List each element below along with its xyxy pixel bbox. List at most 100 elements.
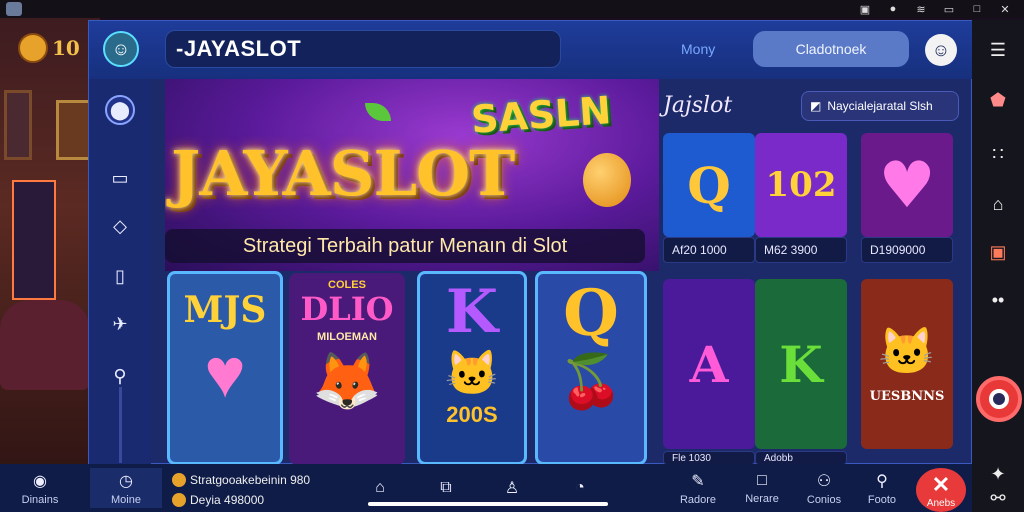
bottom-item[interactable]: ✎ Radore xyxy=(670,468,726,508)
bottom-item[interactable]: ⚲ Footo xyxy=(854,468,910,508)
bottom-item[interactable]: ⚇ Conios xyxy=(796,468,852,508)
card-glyph: Q xyxy=(563,276,619,351)
menu-link[interactable]: Mony xyxy=(681,41,715,57)
bottom-bar: ◉ Dinains ◷ Moine Stratgooakebeinin 980 … xyxy=(0,464,972,512)
hero-banner[interactable]: SASLN JAYASLOT Strategi Terbaih patur Me… xyxy=(165,79,659,271)
tile-caption: D1909000 xyxy=(861,237,953,263)
bottom-item[interactable]: □ Nerare xyxy=(734,468,790,508)
promo-line: Deyia 498000 xyxy=(190,493,265,507)
tile-caption: M62 3900 xyxy=(755,237,847,263)
hero-title: JAYASLOT xyxy=(171,137,515,210)
top-bar: ☺ -JAYASLOT Mony Cladotnoek ☺ xyxy=(89,21,973,79)
bottom-item-label: Radore xyxy=(679,493,717,506)
close-button[interactable]: ✕ Anebs xyxy=(916,468,966,512)
grid-title: Jajslot xyxy=(663,93,733,118)
game-card[interactable]: COLES DLIO MILOEMAN 🦊 xyxy=(289,273,405,465)
people-icon: ⚇ xyxy=(816,472,832,490)
grid-icon[interactable]: ∷ xyxy=(984,140,1012,168)
menu-icon[interactable]: ☰ xyxy=(984,36,1012,64)
cat-icon: 🐱 xyxy=(878,324,936,378)
background-room xyxy=(0,0,100,512)
card-icon[interactable]: ▭ xyxy=(105,163,135,193)
maximize-icon[interactable]: □ xyxy=(970,3,984,15)
gem-icon[interactable]: ⬟ xyxy=(984,86,1012,114)
tile-caption: Adobb xyxy=(755,451,847,465)
cherry-icon: 🍒 xyxy=(558,353,624,411)
location-icon[interactable]: ⬤ xyxy=(105,95,135,125)
clock-icon: ◷ xyxy=(119,472,133,490)
wall-frame-image xyxy=(56,100,92,160)
game-tile[interactable]: ♥ xyxy=(861,133,953,237)
search-value: -JAYASLOT xyxy=(176,36,302,61)
window-icon[interactable]: ▭ xyxy=(942,3,956,16)
gift-icon[interactable]: ▣ xyxy=(984,238,1012,266)
fox-icon: 🦊 xyxy=(312,349,382,412)
rail-scrollbar[interactable] xyxy=(119,387,122,463)
search-icon: ⚲ xyxy=(876,472,888,490)
app-logo: 10 xyxy=(18,32,88,64)
bottom-item-label: Footo xyxy=(867,493,897,506)
search-input[interactable]: -JAYASLOT xyxy=(165,30,561,68)
game-tile[interactable]: 102 xyxy=(755,133,847,237)
share-icon[interactable]: ⚯ xyxy=(984,484,1012,512)
hero-subtitle: Strategi Terbaih patur Menaın di Slot xyxy=(165,229,645,263)
grid-filter-label: Naycialejaratal Slsh xyxy=(827,99,933,113)
app-logo-text: 10 xyxy=(52,36,80,60)
promo-line: Stratgooakebeinin 980 xyxy=(190,473,311,487)
card-glyph: DLIO xyxy=(300,290,394,328)
avatar[interactable]: ☺ xyxy=(103,31,139,67)
grid-filter-button[interactable]: ◩ Naycialejaratal Slsh xyxy=(801,91,959,121)
bottom-item[interactable]: ◉ Dinains xyxy=(12,468,68,508)
wifi-icon: ≋ xyxy=(916,3,926,16)
app-indicator-icon xyxy=(6,2,22,16)
filter-icon: ◩ xyxy=(810,99,822,113)
coin-icon xyxy=(172,493,186,507)
arcade-machine-image xyxy=(12,180,56,300)
close-label: Anebs xyxy=(926,497,956,509)
card-label: MILOEMAN xyxy=(317,331,377,343)
door-icon[interactable]: ▯ xyxy=(105,261,135,291)
game-card[interactable]: MJS ♥ xyxy=(167,271,283,465)
coin-icon xyxy=(172,473,186,487)
game-tile[interactable]: 🐱 UESBNNS xyxy=(861,279,953,449)
feather-icon: ✎ xyxy=(691,472,705,490)
bottom-item-label: Dinains xyxy=(21,493,59,506)
game-tile[interactable]: K xyxy=(755,279,847,449)
fruit-icon xyxy=(583,153,631,207)
record-icon[interactable] xyxy=(976,376,1022,422)
notification-icon: ● xyxy=(889,3,897,15)
login-button[interactable]: Cladotnoek xyxy=(753,31,909,67)
sim-icon: ▣ xyxy=(859,3,871,16)
bird-icon[interactable]: ✈ xyxy=(105,309,135,339)
game-tile[interactable]: Q xyxy=(663,133,755,237)
tile-caption: Af20 1000 xyxy=(663,237,755,263)
card-label: 200S xyxy=(446,402,498,427)
home-indicator[interactable] xyxy=(368,502,608,506)
more-icon[interactable]: •• xyxy=(984,286,1012,314)
couch-image xyxy=(0,300,90,390)
system-status-bar: ▣ ● ≋ ▭ □ ✕ xyxy=(0,0,1024,18)
leaf-icon xyxy=(365,103,391,121)
bottom-item-active[interactable]: ◷ Moine xyxy=(90,468,162,508)
game-card[interactable]: K 🐱 200S xyxy=(417,271,527,465)
card-glyph: MJS xyxy=(183,289,267,331)
cat-icon: 🐱 xyxy=(444,349,500,398)
hero-badge: SASLN xyxy=(469,88,613,142)
smile-icon[interactable]: ☺ xyxy=(925,34,957,66)
game-tile[interactable]: A xyxy=(663,279,755,449)
app-window: ☺ -JAYASLOT Mony Cladotnoek ☺ ⬤ ▭ ◇ ▯ ✈ … xyxy=(88,20,973,465)
bottom-item-label: Conios xyxy=(806,493,842,506)
promo-panel[interactable]: Stratgooakebeinin 980 Deyia 498000 xyxy=(172,470,350,510)
close-icon[interactable]: ✕ xyxy=(998,3,1012,16)
right-nav: ☰ ⬟ ∷ ⌂ ▣ •• ✦ ⚯ xyxy=(972,20,1024,512)
left-rail: ⬤ ▭ ◇ ▯ ✈ ⚲ xyxy=(89,79,151,465)
wall-frame-image xyxy=(4,90,32,160)
clown-icon: ☺ xyxy=(111,38,131,59)
card-glyph: K xyxy=(445,277,499,347)
home-icon[interactable]: ⌂ xyxy=(984,190,1012,218)
bottom-item-label: Moine xyxy=(111,493,141,506)
game-card[interactable]: Q 🍒 xyxy=(535,271,647,465)
diamond-icon[interactable]: ◇ xyxy=(105,211,135,241)
mascot-icon xyxy=(18,33,48,63)
square-icon: □ xyxy=(757,471,767,489)
